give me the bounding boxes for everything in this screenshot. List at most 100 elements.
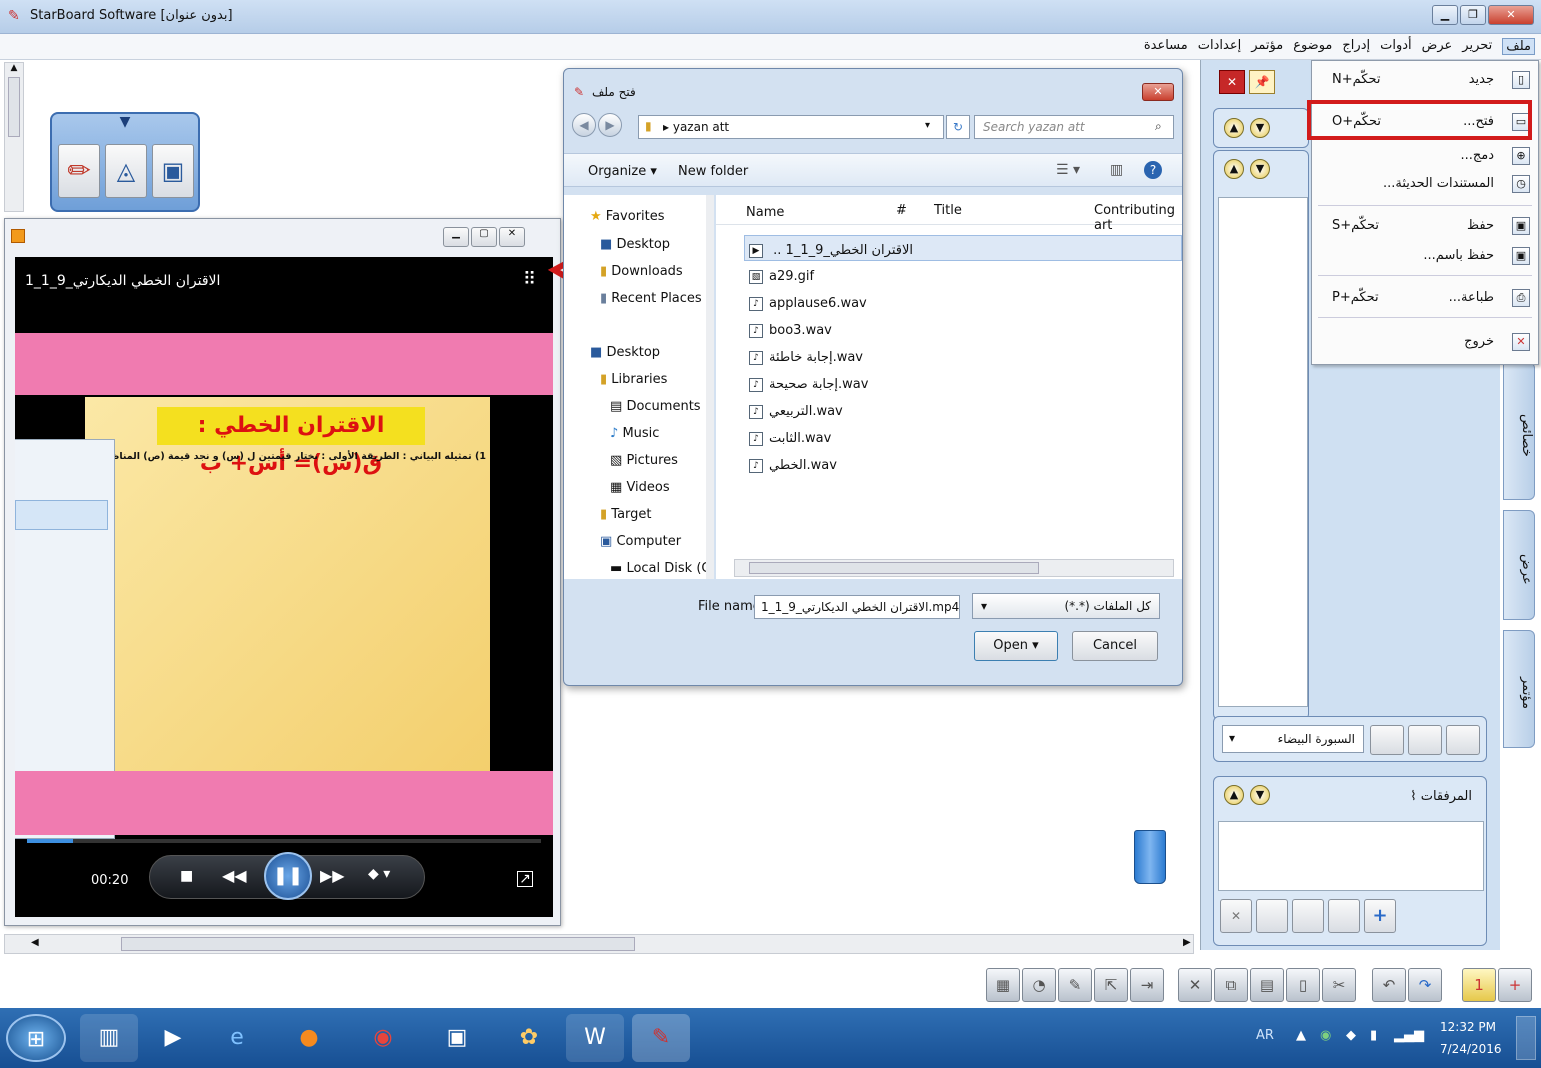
language-indicator[interactable]: AR [1256,1028,1274,1043]
file-row-8[interactable]: ♪ الثابت.wav [749,431,831,446]
clock-date[interactable]: 7/24/2016 [1440,1042,1502,1056]
signal-icon[interactable]: ▂▄▆ [1394,1028,1424,1043]
seek-bar[interactable] [27,839,541,843]
column-number[interactable]: # [896,203,907,218]
minimize-button[interactable]: ▁ [1432,5,1458,25]
chrome-icon[interactable]: ◉ [354,1014,412,1062]
cancel-button[interactable]: Cancel [1072,631,1158,661]
file-list-hscrollbar[interactable] [734,559,1174,577]
scroll-right-icon[interactable]: ▶ [1183,937,1191,948]
nav-target[interactable]: ▮ Target [600,507,652,522]
paste-tool-icon[interactable]: ▤ [1250,968,1284,1002]
nav-favorites[interactable]: ★ Favorites [590,209,665,224]
column-title[interactable]: Title [934,203,962,218]
zoom-tool-icon[interactable]: ◔ [1022,968,1056,1002]
minimize-button[interactable]: ▁ [443,227,469,247]
edit-tool-icon[interactable]: ✎ [1058,968,1092,1002]
clock-time[interactable]: 12:32 PM [1440,1020,1496,1034]
show-desktop-button[interactable] [1516,1016,1536,1060]
page-tool-icon[interactable]: ▯ [1286,968,1320,1002]
nav-recent-places[interactable]: ▮ Recent Places [600,291,702,306]
dialog-close-button[interactable]: ✕ [1142,83,1174,101]
attachment-action-1-icon[interactable] [1256,899,1288,933]
file-row-6[interactable]: ♪ إجابة صحيحة.wav [749,377,868,392]
menu-item-print[interactable]: ⎙ طباعة... تحكّم+P [1312,283,1538,313]
menu-insert[interactable]: إدراج [1342,38,1370,55]
display-icon[interactable]: ▣ [428,1014,486,1062]
board-layout-3-icon[interactable] [1446,725,1480,755]
fast-forward-icon[interactable]: ▶▶ [320,866,345,885]
internet-explorer-icon[interactable]: e [208,1014,266,1062]
delete-tool-icon[interactable]: ✕ [1178,968,1212,1002]
nav-computer[interactable]: ▣ Computer [600,534,681,549]
restore-button[interactable]: ❐ [1460,5,1486,25]
scroll-thumb[interactable] [121,937,635,951]
file-type-select[interactable]: كل الملفات (*.*) ▾ [972,593,1160,619]
new-folder-button[interactable]: New folder [678,164,748,179]
close-panel-icon[interactable]: ✕ [1219,70,1245,94]
close-button[interactable]: ✕ [1488,5,1534,25]
menu-conference[interactable]: مؤتمر [1251,38,1283,55]
board-layout-2-icon[interactable] [1408,725,1442,755]
path-segment[interactable]: yazan att [673,120,729,134]
preview-pane-icon[interactable]: ▥ [1110,162,1123,178]
stop-icon[interactable]: ■ [180,868,193,884]
computer-tool-icon[interactable]: ▣ [152,144,194,198]
vertical-scrollbar[interactable]: ▲ [4,62,24,212]
pen-tool-icon[interactable]: ✏ [58,144,100,198]
add-page-icon[interactable]: + [1498,968,1532,1002]
menu-item-recent[interactable]: ◷ المستندات الحديثة... [1312,169,1538,199]
board-layout-1-icon[interactable] [1370,725,1404,755]
add-attachment-icon[interactable]: + [1364,899,1396,933]
media-player-icon[interactable]: ▶ [144,1014,202,1062]
canvas-hscrollbar[interactable]: ◀ ▶ [4,934,1194,954]
shapes-tool-icon[interactable]: ◬ [105,144,147,198]
nav-local-disk[interactable]: ▬ Local Disk (C:) [610,561,720,576]
nav-music[interactable]: ♪ Music [610,426,659,441]
file-row-7[interactable]: ♪ التربيعي.wav [749,404,843,419]
close-button[interactable]: ✕ [499,227,525,247]
maximize-button[interactable]: ▢ [471,227,497,247]
address-bar[interactable]: ▮ ▸ yazan att ▾ [638,115,944,139]
pin-icon[interactable]: 📌 [1249,70,1275,94]
forward-button[interactable]: ▶ [598,113,622,137]
attachments-list[interactable] [1218,821,1484,891]
back-button[interactable]: ◀ [572,113,596,137]
menu-item-new[interactable]: ▯ جديد تحكّم+N [1312,65,1538,95]
volume-icon[interactable]: ◆ [1346,1028,1356,1043]
attachment-action-3-icon[interactable] [1328,899,1360,933]
volume-icon[interactable]: ◆ ▾ [368,866,390,882]
page-number-icon[interactable]: 1 [1462,968,1496,1002]
redo-icon[interactable]: ↷ [1408,968,1442,1002]
nav-downloads[interactable]: ▮ Downloads [600,264,683,279]
menu-theme[interactable]: موضوع [1293,38,1332,55]
menu-help[interactable]: مساعدة [1144,38,1188,55]
pause-button[interactable]: ❚❚ [264,852,312,900]
open-button[interactable]: Open ▾ [974,631,1058,661]
pages-list[interactable] [1218,197,1308,707]
chevron-down-icon[interactable]: ▾ [925,120,930,131]
copy-tool-icon[interactable]: ⧉ [1214,968,1248,1002]
view-options-icon[interactable]: ☰ ▾ [1056,162,1080,178]
fullscreen-icon[interactable]: ↗ [517,871,533,887]
menu-file[interactable]: ملف [1502,38,1535,55]
nav-desktop-fav[interactable]: ■ Desktop [600,237,670,252]
file-row-3[interactable]: ♪ applause6.wav [749,296,867,311]
file-row-1[interactable]: الاقتران الخطي_9_1_1 .. ▶ [749,243,913,258]
menu-tools[interactable]: أدوات [1380,38,1412,55]
nav-documents[interactable]: ▤ Documents [610,399,701,414]
nav-scrollbar[interactable] [706,195,714,579]
expand-up-icon[interactable]: ▲ [1224,118,1244,138]
nav-libraries[interactable]: ▮ Libraries [600,372,667,387]
switch-view-icon[interactable]: ⠿ [523,269,536,290]
firefox-icon[interactable]: ● [280,1014,338,1062]
expand-tool-icon[interactable]: ⇱ [1094,968,1128,1002]
nav-videos[interactable]: ▦ Videos [610,480,670,495]
menu-item-save-as[interactable]: ▣ حفظ باسم... [1312,241,1538,271]
scroll-left-icon[interactable]: ◀ [31,937,39,948]
attachment-action-2-icon[interactable] [1292,899,1324,933]
board-select[interactable]: السبورة البيضاء ▾ [1222,725,1364,753]
delete-attachment-icon[interactable]: ✕ [1220,899,1252,933]
refresh-icon[interactable]: ↻ [946,115,970,139]
menu-view[interactable]: عرض [1422,38,1453,55]
